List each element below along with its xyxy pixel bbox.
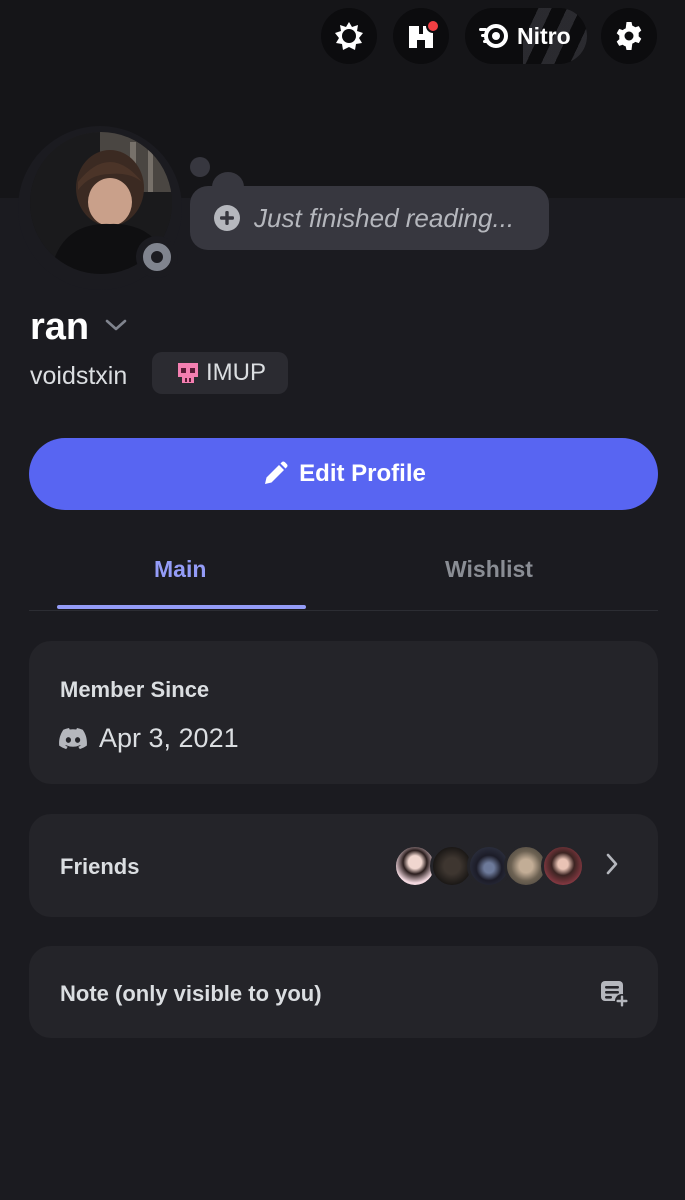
server-tag[interactable]: IMUP [152,352,288,394]
note-title: Note (only visible to you) [60,981,322,1006]
thought-bubble-dot [190,157,210,177]
friends-title: Friends [60,854,140,879]
shop-button[interactable] [321,8,377,64]
friends-card[interactable]: Friends [29,814,658,917]
display-name: ran [30,306,90,348]
offline-status-icon [143,243,171,271]
presence-indicator [136,236,178,278]
member-since-row: Apr 3, 2021 [59,723,239,754]
friend-avatar [541,844,585,888]
server-tag-text: IMUP [206,359,266,386]
add-circle-icon [214,205,240,231]
gear-icon [616,22,642,50]
edit-profile-label: Edit Profile [299,460,426,487]
edit-profile-button[interactable]: Edit Profile [29,438,658,510]
member-since-card: Member Since Apr 3, 2021 [29,641,658,784]
chevron-right-icon [606,853,618,875]
chevron-down-icon[interactable] [104,316,128,334]
skull-icon [178,363,198,383]
settings-button[interactable] [601,8,657,64]
nitro-label: Nitro [517,22,571,49]
member-since-date: Apr 3, 2021 [99,723,239,753]
nitro-button[interactable]: Nitro [465,8,587,64]
custom-status-text: Just finished reading... [254,202,515,233]
tab-main[interactable]: Main [154,556,206,583]
discord-logo-icon [59,727,87,749]
shop-icon [335,22,363,50]
username: voidstxin [30,362,128,390]
tab-wishlist[interactable]: Wishlist [445,556,533,583]
add-note-icon [601,981,629,1008]
member-since-title: Member Since [60,677,210,702]
note-card[interactable]: Note (only visible to you) [29,946,658,1038]
pencil-icon [265,461,288,484]
notification-dot [426,19,440,33]
custom-status-bubble[interactable]: Just finished reading... [190,186,549,250]
nitro-icon [479,24,508,48]
friend-avatars [393,844,585,888]
tab-divider [29,610,658,611]
active-tab-indicator [57,605,306,609]
quests-button[interactable] [393,8,449,64]
